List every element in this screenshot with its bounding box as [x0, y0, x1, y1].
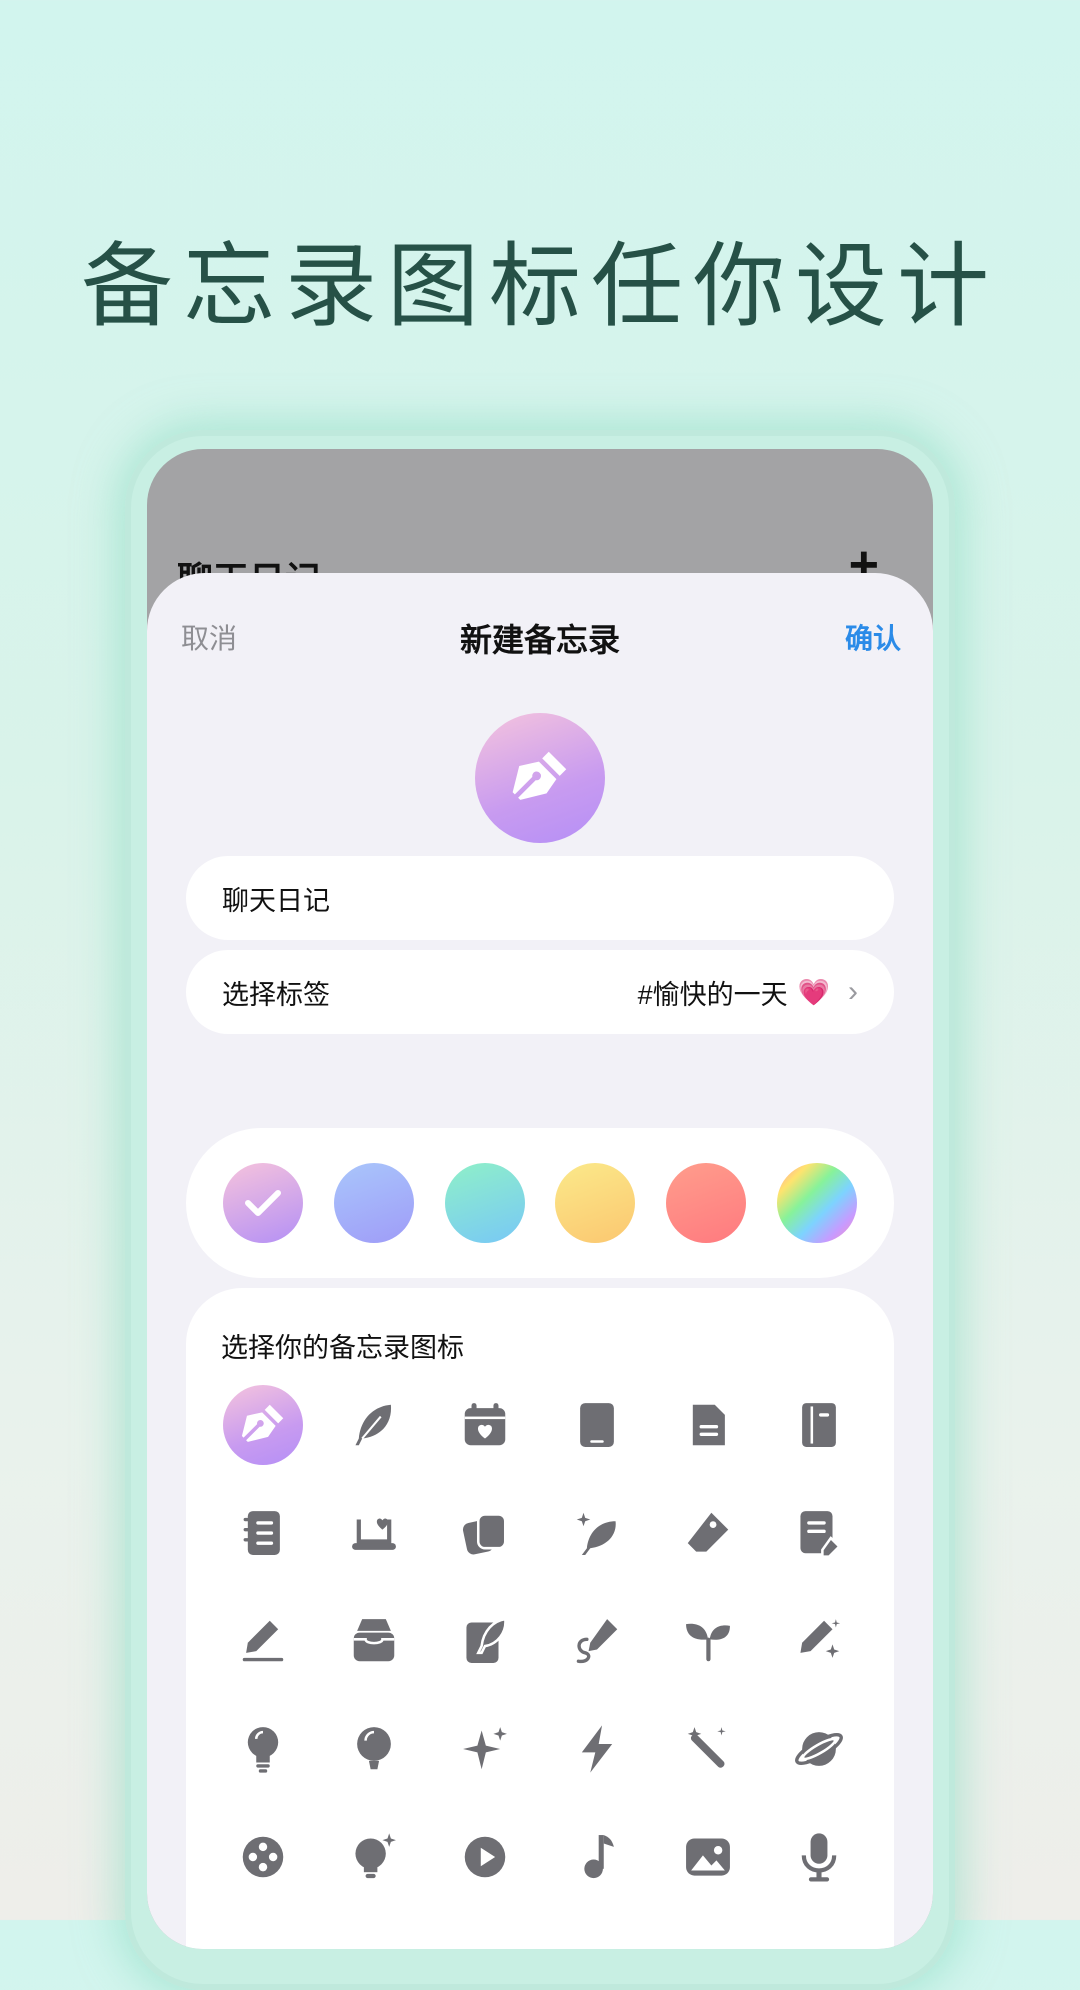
icon-option-magic-pencil[interactable]: [779, 1601, 859, 1681]
eraser-icon: [687, 1512, 728, 1552]
icon-option-sparkle[interactable]: [445, 1709, 525, 1789]
tag-selector[interactable]: 选择标签 #愉快的一天 💗 ›: [186, 950, 894, 1034]
feather-icon: [355, 1404, 392, 1446]
pencil-squiggle-icon: [576, 1619, 617, 1664]
icon-option-planet[interactable]: [779, 1709, 859, 1789]
image-icon: [685, 1838, 730, 1876]
notebook-icon: [802, 1403, 836, 1447]
icon-option-play[interactable]: [445, 1817, 525, 1897]
sprout-icon: [685, 1623, 730, 1662]
icon-option-bulb[interactable]: [223, 1709, 303, 1789]
icon-option-feather[interactable]: [334, 1385, 414, 1465]
color-picker: [186, 1128, 894, 1278]
headline: 备忘录图标任你设计: [80, 233, 999, 340]
icon-option-pencil-squiggle[interactable]: [557, 1601, 637, 1681]
archive-icon: [353, 1619, 395, 1662]
icon-option-document[interactable]: [668, 1385, 748, 1465]
play-icon: [465, 1836, 506, 1878]
spiral-notebook-icon: [243, 1511, 280, 1555]
icon-option-eraser[interactable]: [668, 1493, 748, 1573]
color-swatch-yellow[interactable]: [555, 1163, 636, 1243]
check-icon: [245, 1190, 281, 1216]
memo-name-value: 聊天日记: [222, 885, 330, 916]
icon-option-image[interactable]: [668, 1817, 748, 1897]
notepad-feather-icon: [466, 1617, 507, 1663]
icon-picker-title: 选择你的备忘录图标: [221, 1333, 464, 1363]
icon-option-tablet[interactable]: [557, 1385, 637, 1465]
phone-screen: 聊天日记 + 取消 新建备忘录 确认 聊天日记 选择标签 #愉快的一天💗 ›: [147, 449, 933, 1949]
pen-nib-icon: [241, 1404, 284, 1442]
magic-pencil-icon: [800, 1619, 841, 1658]
note-edit-icon: [800, 1511, 841, 1558]
selected-tag: #愉快的一天: [637, 979, 788, 1010]
icon-option-laptop-heart[interactable]: [334, 1493, 414, 1573]
icon-option-lightning[interactable]: [557, 1709, 637, 1789]
icon-option-bulb-sparkle[interactable]: [334, 1817, 414, 1897]
confirm-button[interactable]: 确认: [845, 617, 901, 657]
film-reel-icon: [242, 1836, 284, 1878]
heart-emoji: 💗: [797, 976, 830, 1007]
new-memo-sheet: 取消 新建备忘录 确认 聊天日记 选择标签 #愉快的一天 💗 › 选择你的备忘录…: [147, 573, 933, 1949]
bulb-sparkle-icon: [355, 1833, 397, 1879]
icon-option-magic-wand[interactable]: [668, 1709, 748, 1789]
icon-option-balloon[interactable]: [334, 1709, 414, 1789]
tag-selector-value-group: #愉快的一天 💗 ›: [638, 973, 858, 1012]
color-swatch-rainbow[interactable]: [776, 1163, 857, 1243]
document-icon: [692, 1404, 725, 1446]
pencil-line-icon: [242, 1620, 284, 1662]
icon-option-microphone[interactable]: [779, 1817, 859, 1897]
memo-icon-preview[interactable]: [475, 713, 605, 843]
cards-icon: [463, 1513, 507, 1555]
icon-option-calendar-heart[interactable]: [445, 1385, 525, 1465]
magic-wand-icon: [687, 1727, 726, 1768]
tablet-icon: [579, 1403, 614, 1447]
sparkle-icon: [463, 1727, 508, 1770]
calendar-heart-icon: [465, 1403, 506, 1446]
sparkle-feather-icon: [576, 1512, 616, 1555]
lightning-icon: [581, 1725, 612, 1773]
tag-selector-label: 选择标签: [222, 979, 330, 1010]
icon-option-music-note[interactable]: [557, 1817, 637, 1897]
sheet-title: 新建备忘录: [459, 622, 620, 658]
color-swatch-mint[interactable]: [444, 1163, 525, 1243]
bulb-icon: [247, 1727, 279, 1773]
music-note-icon: [583, 1835, 614, 1879]
planet-icon: [795, 1732, 843, 1766]
icon-picker-card: 选择你的备忘录图标: [186, 1288, 894, 1949]
icon-option-archive[interactable]: [334, 1601, 414, 1681]
icon-option-notepad-feather[interactable]: [445, 1601, 525, 1681]
balloon-icon: [357, 1727, 392, 1770]
icon-option-pencil-line[interactable]: [223, 1601, 303, 1681]
memo-name-field[interactable]: 聊天日记: [186, 856, 894, 940]
color-swatch-coral[interactable]: [666, 1163, 747, 1243]
color-swatch-blue[interactable]: [333, 1163, 414, 1243]
pen-nib-icon: [512, 751, 567, 800]
icon-option-cards[interactable]: [445, 1493, 525, 1573]
icon-option-sparkle-feather[interactable]: [557, 1493, 637, 1573]
icon-option-film-reel[interactable]: [223, 1817, 303, 1897]
icon-option-sprout[interactable]: [668, 1601, 748, 1681]
icon-option-note-edit[interactable]: [779, 1493, 859, 1573]
microphone-icon: [801, 1833, 837, 1882]
laptop-heart-icon: [352, 1518, 397, 1550]
icon-option-spiral-notebook[interactable]: [223, 1493, 303, 1573]
color-swatch-pink-purple[interactable]: [223, 1163, 303, 1243]
icon-option-notebook[interactable]: [779, 1385, 859, 1465]
icon-grid: [223, 1385, 859, 1897]
icon-option-pen-nib[interactable]: [223, 1385, 303, 1465]
chevron-right-icon: ›: [848, 975, 858, 1008]
